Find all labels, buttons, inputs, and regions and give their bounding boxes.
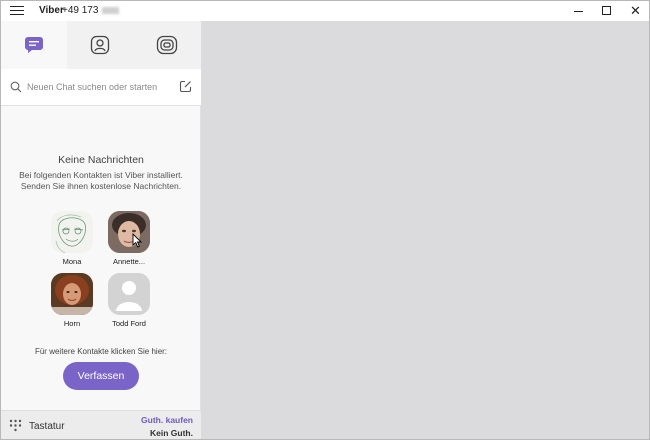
tab-public-chats[interactable] <box>133 21 201 69</box>
viber-window: Viber +49 173 ✕ Neuen Chat suchen oder s… <box>0 0 650 440</box>
search-icon <box>10 81 22 93</box>
empty-state-title: Keine Nachrichten <box>58 154 144 166</box>
mouse-cursor-icon <box>132 233 142 248</box>
avatar <box>108 273 150 315</box>
keypad-icon[interactable] <box>9 419 22 432</box>
credit-status: Kein Guth. <box>150 428 193 438</box>
public-chats-icon <box>156 35 178 55</box>
close-button[interactable]: ✕ <box>621 1 649 21</box>
search-bar <box>1 69 201 106</box>
maximize-icon <box>602 6 611 15</box>
chat-bubble-icon <box>25 37 43 53</box>
compose-icon[interactable] <box>179 80 192 93</box>
minimize-icon <box>574 11 583 12</box>
default-avatar-icon <box>108 273 150 315</box>
contact-item-mona[interactable]: Mona <box>44 211 100 266</box>
phone-number-redacted <box>102 7 119 14</box>
contact-item-annette[interactable]: Annette... <box>101 211 157 266</box>
avatar <box>51 211 93 253</box>
title-bar: Viber +49 173 ✕ <box>1 1 649 21</box>
contact-name: Horn <box>63 319 81 328</box>
hamburger-menu-icon[interactable] <box>10 6 24 16</box>
avatar <box>51 273 93 315</box>
contact-icon <box>90 35 110 55</box>
tab-contacts[interactable] <box>67 21 133 69</box>
phone-number: +49 173 <box>62 5 99 16</box>
main-panel <box>201 21 649 439</box>
contact-name: Mona <box>62 257 82 266</box>
search-input[interactable] <box>27 79 177 95</box>
sidebar: Keine Nachrichten Bei folgenden Kontakte… <box>1 21 201 439</box>
contact-item-horn[interactable]: Horn <box>44 273 100 328</box>
minimize-button[interactable] <box>564 1 594 21</box>
compose-button[interactable]: Verfassen <box>63 362 139 390</box>
contact-name: Todd Ford <box>112 319 146 328</box>
contact-item-todd-ford[interactable]: Todd Ford <box>101 273 157 328</box>
empty-state-line-2: Senden Sie ihnen kostenlose Nachrichten. <box>20 181 182 191</box>
close-icon: ✕ <box>630 3 641 18</box>
avatar <box>108 211 150 253</box>
buy-credit-link[interactable]: Guth. kaufen <box>141 415 193 425</box>
sidebar-tabs <box>1 21 201 69</box>
tab-chats[interactable] <box>1 21 67 69</box>
bottom-bar: Tastatur Guth. kaufen Kein Guth. <box>1 410 201 439</box>
contact-name: Annette... <box>112 257 146 266</box>
app-title: Viber <box>39 5 64 16</box>
keypad-label[interactable]: Tastatur <box>29 421 65 432</box>
empty-state-line-1: Bei folgenden Kontakten ist Viber instal… <box>19 170 183 180</box>
more-contacts-hint: Für weitere Kontakte klicken Sie hier: <box>34 347 168 356</box>
maximize-button[interactable] <box>592 1 622 21</box>
